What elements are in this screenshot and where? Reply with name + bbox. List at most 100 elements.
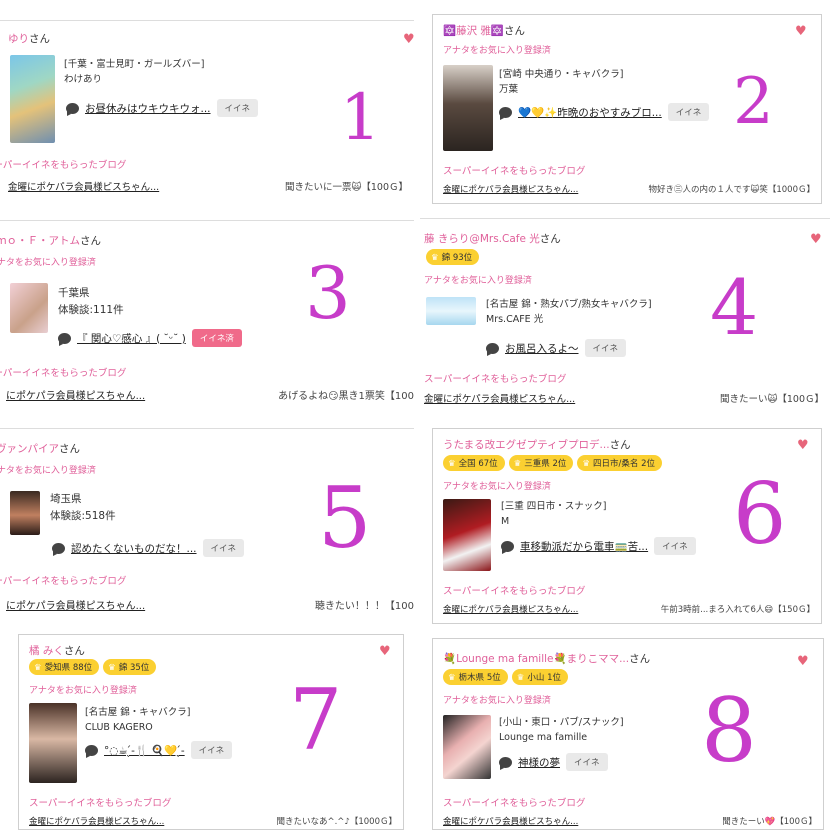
blog-title[interactable]: 認めたくないものだな！... [71, 541, 197, 556]
thumbnail[interactable] [10, 55, 55, 143]
ranking-badges: ♛ 愛知県 88位 ♛ 錦 35位 [29, 659, 157, 675]
user-name[interactable]: ヴァンパイアさん [0, 441, 80, 456]
blog-title[interactable]: °◌☕︎ ̖́-🍴 🍳💛 ̖́- [104, 744, 185, 757]
handwritten-number: 7 [289, 671, 343, 769]
iine-button[interactable]: イイネ [566, 753, 608, 771]
rank-badge: ♛ 錦 93位 [426, 249, 480, 265]
crown-icon: ♛ [513, 459, 522, 469]
thumbnail[interactable] [10, 283, 48, 333]
super-iine-row[interactable]: にポケパラ会員様ピスちゃん... 聴きたい！！！【100 [0, 597, 414, 612]
blog-title[interactable]: お風呂入るよ〜 [505, 341, 579, 356]
rank-badge: ♛ 三重県 2位 [508, 455, 574, 471]
shop-info: [千葉・富士見町・ガールズバー] わけあり [64, 59, 205, 85]
super-iine-row[interactable]: 金曜にポケパラ会員様ピスちゃん... 物好き㊂人の内の１人です🙀笑【1000Ｇ】 [443, 183, 815, 195]
blog-title[interactable]: 💙💛✨昨晩のおやすみブロ... [518, 105, 662, 120]
blog-card-1[interactable]: ゆりさん ♥ [千葉・富士見町・ガールズバー] わけあり お昼休みはウキウキウォ.… [0, 20, 414, 200]
handwritten-number: 6 [733, 465, 787, 563]
rank-badge: ♛ 全国 67位 [443, 455, 505, 471]
blog-card-4[interactable]: 藤 きらり@Mrs.Cafe 光さん ♥ ♛ 錦 93位 アナタをお気に入り登録済… [420, 218, 830, 412]
super-iine-row[interactable]: 金曜にポケパラ会員様ピスちゃん... 聞きたーい💖【100Ｇ】 [443, 815, 817, 827]
favorite-status: アナタをお気に入り登録済 [443, 482, 551, 492]
comment-icon [58, 332, 71, 346]
ranking-badges: ♛ 全国 67位 ♛ 三重県 2位 ♛ 四日市/桑名 2位 [443, 455, 663, 471]
blog-card-5[interactable]: ヴァンパイアさん アナタをお気に入り登録済 埼玉県体験談:518件 認めたくない… [0, 428, 414, 618]
blog-row: 💙💛✨昨晩のおやすみブロ... イイネ [499, 103, 710, 121]
blog-title[interactable]: 神様の夢 [518, 755, 560, 770]
heart-icon[interactable]: ♥ [810, 233, 822, 246]
heart-icon[interactable]: ♥ [379, 645, 391, 658]
shop-info: [名古屋 錦・熟女パブ/熟女キャバクラ] Mrs.CAFE 光 [486, 299, 652, 325]
rank-badge: ♛ 四日市/桑名 2位 [577, 455, 663, 471]
super-iine-row[interactable]: にポケパラ会員様ピスちゃん... あげるよね😏黒き1票笑【100 [0, 387, 414, 402]
rank-badge: ♛ 栃木県 5位 [443, 669, 508, 685]
super-iine-row[interactable]: 金曜にポケパラ会員様ピスちゃん... 午前3時前...まろ入れて6人😄【150Ｇ… [443, 603, 815, 615]
thumbnail[interactable] [426, 297, 476, 325]
comment-icon [501, 540, 514, 554]
super-iine-label: スーパーイイネをもらったブログ [443, 166, 586, 177]
super-iine-row[interactable]: 金曜にポケパラ会員様ピスちゃん... 聞きたいなあ^.^♪【1000Ｇ】 [29, 815, 397, 827]
super-iine-label: スーパーイイネをもらったブログ [29, 798, 172, 809]
user-name[interactable]: 🔯藤沢 雅🔯さん [443, 23, 525, 38]
user-name[interactable]: ｍｏ・Ｆ・アトムさん [0, 233, 101, 248]
blog-row: 『 関心♡感心 』( ˘ᵕ˘ ) イイネ済 [58, 329, 242, 347]
blog-card-3[interactable]: ｍｏ・Ｆ・アトムさん アナタをお気に入り登録済 千葉県体験談:111件 『 関心… [0, 220, 414, 410]
super-iine-label: スーパーイイネをもらったブログ [0, 160, 127, 171]
iine-button[interactable]: イイネ [216, 99, 259, 117]
comment-icon [499, 106, 512, 120]
user-name[interactable]: 藤 きらり@Mrs.Cafe 光さん [424, 231, 561, 246]
iine-done-button[interactable]: イイネ済 [191, 329, 242, 347]
comment-icon [52, 542, 65, 556]
thumbnail[interactable] [443, 499, 491, 571]
crown-icon: ♛ [516, 673, 525, 683]
blog-row: お昼休みはウキウキウォ... イイネ [66, 99, 259, 117]
iine-button[interactable]: イイネ [667, 103, 710, 121]
favorite-status: アナタをお気に入り登録済 [0, 466, 96, 476]
blog-card-7[interactable]: 橘 みくさん ♥ ♛ 愛知県 88位 ♛ 錦 35位 アナタをお気に入り登録済 [名… [18, 634, 404, 830]
iine-button[interactable]: イイネ [190, 741, 233, 759]
handwritten-number: 2 [733, 65, 774, 139]
user-name[interactable]: うたまる改エグゼプティブプロデ...さん [443, 437, 631, 452]
blog-title[interactable]: お昼休みはウキウキウォ... [85, 101, 211, 116]
crown-icon: ♛ [431, 253, 439, 263]
favorite-status: アナタをお気に入り登録済 [443, 46, 551, 56]
super-iine-row[interactable]: 金曜にポケパラ会員様ピスちゃん... 聞きたいに一票🙀【100Ｇ】 [8, 179, 408, 193]
crown-icon: ♛ [34, 663, 42, 673]
crown-icon: ♛ [448, 459, 456, 469]
user-name[interactable]: ゆりさん [8, 31, 50, 46]
rank-badge: ♛ 小山 1位 [511, 669, 568, 685]
iine-button[interactable]: イイネ [654, 537, 696, 555]
thumbnail[interactable] [443, 65, 493, 151]
thumbnail[interactable] [29, 703, 77, 783]
super-iine-row[interactable]: 金曜にポケパラ会員様ピスちゃん... 聞きたーい🙀【100Ｇ】 [424, 391, 824, 405]
handwritten-number: 8 [701, 679, 757, 782]
thumbnail[interactable] [10, 491, 40, 535]
comment-icon [499, 756, 512, 770]
blog-card-8[interactable]: 💐Lounge ma famille💐まりこママ...さん ♥ ♛ 栃木県 5位 … [432, 638, 824, 830]
blog-title[interactable]: 車移動派だから電車🚃苦... [520, 539, 648, 554]
heart-icon[interactable]: ♥ [797, 655, 809, 668]
heart-icon[interactable]: ♥ [795, 25, 807, 38]
comment-icon [486, 342, 499, 356]
user-name[interactable]: 橘 みくさん [29, 643, 85, 658]
user-name[interactable]: 💐Lounge ma famille💐まりこママ...さん [443, 651, 650, 666]
blog-card-2[interactable]: 🔯藤沢 雅🔯さん ♥ アナタをお気に入り登録済 [宮崎 中央通り・キャバクラ] 万… [432, 14, 822, 204]
heart-icon[interactable]: ♥ [797, 439, 809, 452]
comment-icon [85, 744, 98, 758]
comment-icon [66, 102, 79, 116]
crown-icon: ♛ [582, 459, 591, 469]
handwritten-number: 3 [305, 251, 351, 335]
iine-button[interactable]: イイネ [202, 539, 245, 557]
blog-row: 神様の夢 イイネ [499, 753, 608, 771]
rank-badge: ♛ 愛知県 88位 [29, 659, 100, 675]
handwritten-number: 1 [340, 81, 381, 155]
blog-card-6[interactable]: うたまる改エグゼプティブプロデ...さん ♥ ♛ 全国 67位 ♛ 三重県 2位 ♛… [432, 428, 822, 624]
super-iine-label: スーパーイイネをもらったブログ [443, 586, 586, 597]
blog-title[interactable]: 『 関心♡感心 』( ˘ᵕ˘ ) [77, 331, 186, 346]
rank-badge: ♛ 錦 35位 [103, 659, 157, 675]
blog-row: °◌☕︎ ̖́-🍴 🍳💛 ̖́- イイネ [85, 741, 233, 759]
handwritten-number: 5 [318, 469, 372, 567]
iine-button[interactable]: イイネ [584, 339, 627, 357]
heart-icon[interactable]: ♥ [403, 33, 414, 46]
blog-row: 認めたくないものだな！... イイネ [52, 539, 245, 557]
thumbnail[interactable] [443, 715, 491, 779]
